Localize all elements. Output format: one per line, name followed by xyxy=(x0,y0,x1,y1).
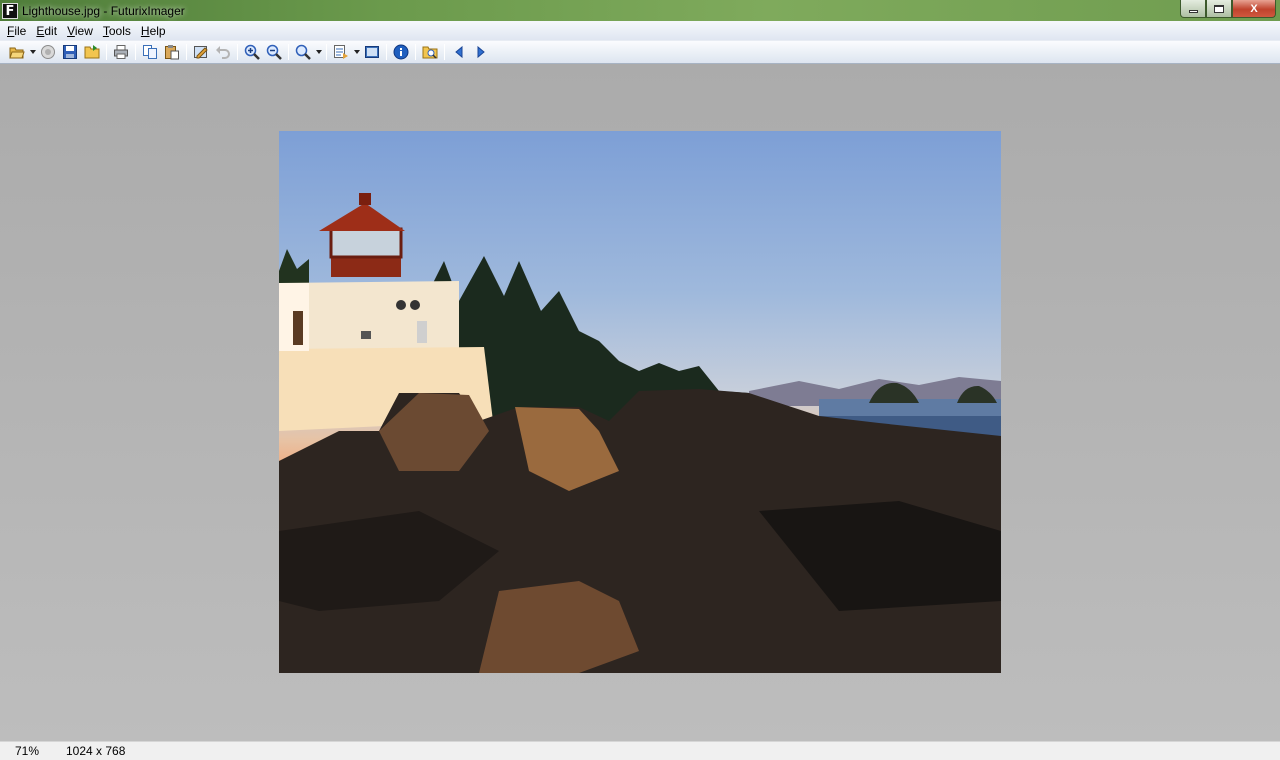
paste-button[interactable] xyxy=(161,42,183,62)
toolbar-separator xyxy=(106,44,107,60)
previous-image-button[interactable] xyxy=(448,42,470,62)
zoom-in-icon xyxy=(244,44,260,60)
toolbar xyxy=(0,41,1280,64)
open-dropdown-button[interactable] xyxy=(28,42,37,62)
image-viewport[interactable] xyxy=(0,64,1280,741)
close-icon: X xyxy=(1250,2,1258,15)
toolbar-separator xyxy=(288,44,289,60)
save-icon xyxy=(63,45,77,59)
zoom-button[interactable] xyxy=(292,42,314,62)
app-icon: F xyxy=(2,2,18,19)
minimize-icon xyxy=(1188,10,1198,13)
minimize-button[interactable] xyxy=(1180,0,1206,18)
toolbar-separator xyxy=(186,44,187,60)
edit-image-button[interactable] xyxy=(190,42,212,62)
lighthouse-photo-drawing xyxy=(279,193,1001,673)
info-icon xyxy=(393,44,409,60)
fullscreen-icon xyxy=(365,46,379,58)
close-button[interactable]: X xyxy=(1232,0,1276,18)
status-bar: 71% 1024 x 768 xyxy=(0,741,1280,760)
toolbar-separator xyxy=(326,44,327,60)
toolbar-separator xyxy=(237,44,238,60)
previous-arrow-icon xyxy=(455,45,463,59)
transform-dropdown-button[interactable] xyxy=(352,42,361,62)
print-icon xyxy=(114,45,128,59)
save-button[interactable] xyxy=(59,42,81,62)
toolbar-separator xyxy=(135,44,136,60)
menu-edit[interactable]: Edit xyxy=(31,21,62,41)
next-image-button[interactable] xyxy=(470,42,492,62)
menu-tools[interactable]: Tools xyxy=(98,21,136,41)
paste-icon xyxy=(165,45,179,60)
status-dimensions: 1024 x 768 xyxy=(66,744,126,758)
stop-icon xyxy=(41,45,55,59)
transform-icon xyxy=(334,45,348,59)
toolbar-separator xyxy=(386,44,387,60)
zoom-in-button[interactable] xyxy=(241,42,263,62)
fullscreen-button[interactable] xyxy=(361,42,383,62)
copy-button[interactable] xyxy=(139,42,161,62)
stop-button[interactable] xyxy=(37,42,59,62)
transform-button[interactable] xyxy=(330,42,352,62)
menu-file[interactable]: File xyxy=(2,21,31,41)
info-button[interactable] xyxy=(390,42,412,62)
zoom-out-icon xyxy=(266,44,282,60)
open-folder-icon xyxy=(9,47,25,59)
undo-button[interactable] xyxy=(212,42,234,62)
window-controls: X xyxy=(1180,0,1276,18)
browse-folder-button[interactable] xyxy=(419,42,441,62)
edit-image-icon xyxy=(194,46,208,59)
restore-icon xyxy=(1214,1,1227,13)
toolbar-separator xyxy=(444,44,445,60)
print-button[interactable] xyxy=(110,42,132,62)
zoom-out-button[interactable] xyxy=(263,42,285,62)
copy-icon xyxy=(143,45,157,59)
lighthouse-photo xyxy=(279,131,1001,673)
zoom-icon xyxy=(295,44,311,60)
browse-folder-icon xyxy=(422,46,438,59)
menu-help[interactable]: Help xyxy=(136,21,171,41)
next-arrow-icon xyxy=(477,45,485,59)
menu-view[interactable]: View xyxy=(62,21,98,41)
open-button[interactable] xyxy=(6,42,28,62)
undo-icon xyxy=(216,46,230,59)
title-bar[interactable]: F Lighthouse.jpg - FuturixImager X xyxy=(0,0,1280,21)
open-folder-yellow-icon xyxy=(84,45,100,59)
open-folder-button[interactable] xyxy=(81,42,103,62)
menu-bar: File Edit View Tools Help xyxy=(0,21,1280,41)
window-title: Lighthouse.jpg - FuturixImager xyxy=(22,3,185,18)
zoom-dropdown-button[interactable] xyxy=(314,42,323,62)
maximize-button[interactable] xyxy=(1206,0,1232,18)
status-zoom: 71% xyxy=(15,744,40,758)
toolbar-separator xyxy=(415,44,416,60)
